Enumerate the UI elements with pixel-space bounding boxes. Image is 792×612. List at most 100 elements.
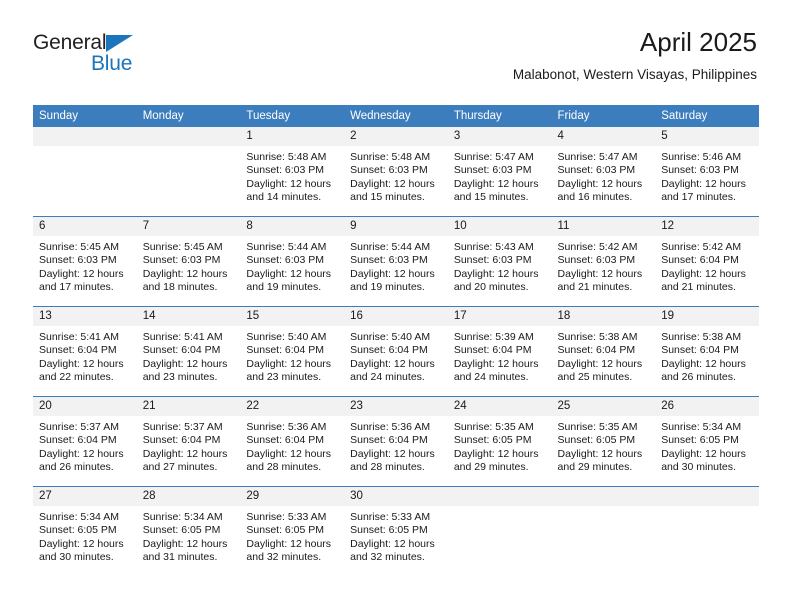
daylight-duration-line1: Daylight: 12 hours (661, 267, 746, 280)
sunset-time: Sunset: 6:04 PM (557, 344, 636, 357)
sunset-time: Sunset: 6:04 PM (453, 344, 532, 357)
sunset-time: Sunset: 6:05 PM (661, 434, 739, 447)
day-number: 30 (344, 487, 448, 506)
calendar-day-cell[interactable]: 14 Sunrise: 5:41 AM Sunset: 6:04 PM Dayligh… (136, 306, 241, 397)
calendar-day-cell[interactable]: 8 Sunrise: 5:44 AM Sunset: 6:03 PM Daylight… (240, 216, 345, 307)
sunrise-time: Sunrise: 5:33 AM (246, 511, 327, 523)
day-number: 1 (240, 127, 345, 146)
sunrise-time: Sunrise: 5:45 AM (142, 241, 223, 253)
calendar-day-cell[interactable]: 4 Sunrise: 5:47 AM Sunset: 6:03 PM Daylight… (551, 127, 656, 217)
calendar-day-cell[interactable]: 11 Sunrise: 5:42 AM Sunset: 6:03 PM Dayligh… (551, 216, 656, 307)
daylight-duration-line2: and 15 minutes. (453, 190, 529, 203)
calendar-day-cell[interactable]: 9 Sunrise: 5:44 AM Sunset: 6:03 PM Daylight… (344, 216, 448, 307)
daylight-duration-line1: Daylight: 12 hours (39, 357, 124, 370)
day-number: 7 (136, 217, 241, 236)
calendar-day-cell[interactable]: 29 Sunrise: 5:33 AM Sunset: 6:05 PM Dayligh… (240, 486, 345, 576)
calendar-day-cell[interactable]: 28 Sunrise: 5:34 AM Sunset: 6:05 PM Dayligh… (136, 486, 241, 576)
calendar-day-cell[interactable]: 23 Sunrise: 5:36 AM Sunset: 6:04 PM Dayligh… (344, 396, 448, 487)
daylight-duration-line2: and 27 minutes. (142, 460, 218, 473)
day-number: 17 (447, 307, 552, 326)
daylight-duration-line1: Daylight: 12 hours (350, 447, 435, 460)
calendar-day-cell[interactable]: 12 Sunrise: 5:42 AM Sunset: 6:04 PM Dayligh… (655, 216, 759, 307)
calendar-day-cell[interactable]: 5 Sunrise: 5:46 AM Sunset: 6:03 PM Daylight… (655, 127, 759, 217)
calendar-day-cell[interactable]: 13 Sunrise: 5:41 AM Sunset: 6:04 PM Dayligh… (33, 306, 137, 397)
sunrise-time: Sunrise: 5:36 AM (350, 421, 431, 433)
sunrise-time: Sunrise: 5:43 AM (453, 241, 534, 253)
calendar-day-cell[interactable]: 19 Sunrise: 5:38 AM Sunset: 6:04 PM Dayligh… (655, 306, 759, 397)
day-number: 11 (551, 217, 656, 236)
general-blue-logo[interactable]: General Blue (33, 31, 233, 89)
weekday-header-thursday: Thursday (447, 105, 552, 127)
day-details: Sunrise: 5:34 AM Sunset: 6:05 PM Daylight:… (33, 506, 137, 564)
day-number: 9 (344, 217, 448, 236)
calendar-day-cell[interactable]: 10 Sunrise: 5:43 AM Sunset: 6:03 PM Dayligh… (447, 216, 552, 307)
sunset-time: Sunset: 6:05 PM (557, 434, 636, 447)
calendar-day-cell[interactable]: 6 Sunrise: 5:45 AM Sunset: 6:03 PM Daylight… (33, 216, 137, 307)
day-details: Sunrise: 5:47 AM Sunset: 6:03 PM Daylight:… (552, 146, 656, 204)
calendar-day-cell (447, 486, 552, 576)
sunset-time: Sunset: 6:03 PM (350, 164, 428, 177)
calendar-day-cell[interactable]: 25 Sunrise: 5:35 AM Sunset: 6:05 PM Dayligh… (551, 396, 656, 487)
daylight-duration-line2: and 32 minutes. (246, 550, 322, 563)
daylight-duration-line2: and 17 minutes. (39, 280, 114, 293)
daylight-duration-line1: Daylight: 12 hours (39, 267, 124, 280)
logo-text-blue: Blue (91, 52, 133, 75)
sunrise-time: Sunrise: 5:42 AM (557, 241, 638, 253)
daylight-duration-line1: Daylight: 12 hours (350, 267, 435, 280)
calendar-day-cell[interactable]: 24 Sunrise: 5:35 AM Sunset: 6:05 PM Dayligh… (447, 396, 552, 487)
day-number: 8 (240, 217, 345, 236)
sunrise-time: Sunrise: 5:38 AM (557, 331, 638, 343)
weekday-header-wednesday: Wednesday (344, 105, 448, 127)
sunset-time: Sunset: 6:04 PM (246, 434, 325, 447)
weekday-header-tuesday: Tuesday (240, 105, 345, 127)
day-number: 12 (655, 217, 759, 236)
title-block: April 2025 Malabonot, Western Visayas, P… (513, 26, 757, 84)
calendar-day-cell[interactable]: 27 Sunrise: 5:34 AM Sunset: 6:05 PM Dayligh… (33, 486, 137, 576)
day-number: 24 (447, 397, 552, 416)
calendar-day-cell[interactable]: 1 Sunrise: 5:48 AM Sunset: 6:03 PM Daylight… (240, 127, 345, 217)
calendar-day-cell[interactable]: 3 Sunrise: 5:47 AM Sunset: 6:03 PM Daylight… (447, 127, 552, 217)
day-details: Sunrise: 5:46 AM Sunset: 6:03 PM Daylight:… (655, 146, 759, 204)
sunset-time: Sunset: 6:03 PM (453, 164, 532, 177)
day-number: 2 (344, 127, 448, 146)
day-details: Sunrise: 5:34 AM Sunset: 6:05 PM Daylight:… (137, 506, 241, 564)
calendar-day-cell[interactable]: 20 Sunrise: 5:37 AM Sunset: 6:04 PM Dayligh… (33, 396, 137, 487)
sunset-time: Sunset: 6:03 PM (453, 254, 532, 267)
sunrise-time: Sunrise: 5:47 AM (453, 151, 534, 163)
sunrise-time: Sunrise: 5:34 AM (142, 511, 223, 523)
calendar-day-cell (551, 486, 656, 576)
calendar-day-cell[interactable]: 15 Sunrise: 5:40 AM Sunset: 6:04 PM Dayligh… (240, 306, 345, 397)
weekday-header-monday: Monday (136, 105, 241, 127)
sunrise-time: Sunrise: 5:40 AM (350, 331, 431, 343)
calendar-day-cell[interactable]: 17 Sunrise: 5:39 AM Sunset: 6:04 PM Dayligh… (447, 306, 552, 397)
daylight-duration-line1: Daylight: 12 hours (661, 447, 746, 460)
weekday-header-row: Sunday Monday Tuesday Wednesday Thursday… (33, 105, 759, 127)
calendar-day-cell[interactable]: 26 Sunrise: 5:34 AM Sunset: 6:05 PM Dayligh… (655, 396, 759, 487)
day-number: 3 (447, 127, 552, 146)
sunset-time: Sunset: 6:05 PM (39, 524, 117, 537)
daylight-duration-line1: Daylight: 12 hours (142, 357, 228, 370)
calendar-day-cell[interactable]: 7 Sunrise: 5:45 AM Sunset: 6:03 PM Daylight… (136, 216, 241, 307)
sunset-time: Sunset: 6:03 PM (39, 254, 117, 267)
day-number: 22 (240, 397, 345, 416)
daylight-duration-line1: Daylight: 12 hours (350, 357, 435, 370)
calendar-day-cell[interactable]: 30 Sunrise: 5:33 AM Sunset: 6:05 PM Dayligh… (344, 486, 448, 576)
calendar-week-row: 1 Sunrise: 5:48 AM Sunset: 6:03 PM Daylight… (33, 127, 759, 217)
daylight-duration-line2: and 31 minutes. (142, 550, 218, 563)
sunset-time: Sunset: 6:04 PM (142, 344, 221, 357)
sunrise-time: Sunrise: 5:41 AM (142, 331, 223, 343)
calendar-day-cell[interactable]: 21 Sunrise: 5:37 AM Sunset: 6:04 PM Dayligh… (136, 396, 241, 487)
calendar-day-cell (136, 127, 241, 217)
daylight-duration-line1: Daylight: 12 hours (246, 447, 332, 460)
calendar-day-cell[interactable]: 2 Sunrise: 5:48 AM Sunset: 6:03 PM Daylight… (344, 127, 448, 217)
calendar-day-cell[interactable]: 18 Sunrise: 5:38 AM Sunset: 6:04 PM Dayligh… (551, 306, 656, 397)
daylight-duration-line2: and 17 minutes. (661, 190, 736, 203)
daylight-duration-line2: and 18 minutes. (142, 280, 218, 293)
sunset-time: Sunset: 6:04 PM (661, 344, 739, 357)
calendar-day-cell[interactable]: 22 Sunrise: 5:36 AM Sunset: 6:04 PM Dayligh… (240, 396, 345, 487)
sunset-time: Sunset: 6:03 PM (246, 164, 325, 177)
calendar-day-cell[interactable]: 16 Sunrise: 5:40 AM Sunset: 6:04 PM Dayligh… (344, 306, 448, 397)
sunset-time: Sunset: 6:04 PM (661, 254, 739, 267)
calendar-week-row: 27 Sunrise: 5:34 AM Sunset: 6:05 PM Dayligh… (33, 486, 759, 576)
daylight-duration-line1: Daylight: 12 hours (246, 537, 332, 550)
